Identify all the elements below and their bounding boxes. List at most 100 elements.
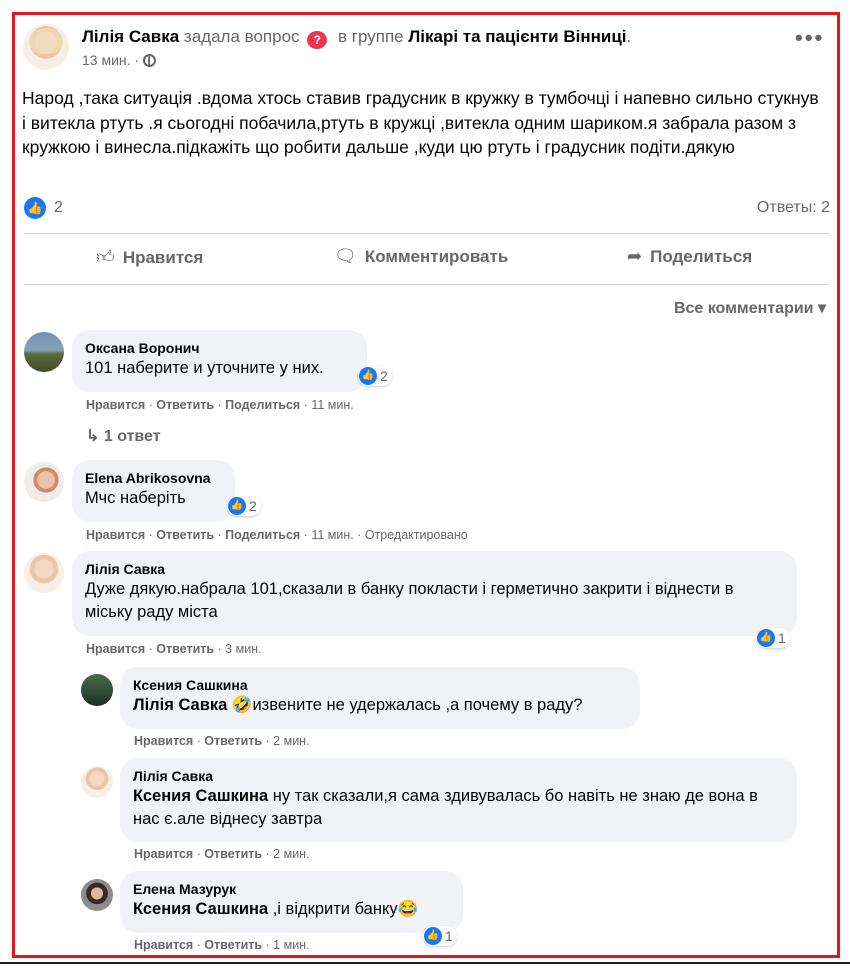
comment-text: 101 наберите и уточните у них.: [85, 359, 324, 377]
comment-bubble: Лілія Савка Дуже дякую.набрала 101,сказа…: [72, 551, 797, 636]
globe-icon: [142, 54, 156, 67]
divider: [24, 284, 829, 285]
post-reactions[interactable]: 👍 2: [24, 197, 63, 219]
share-button[interactable]: ➦︎ Поделиться: [627, 246, 752, 267]
like-reaction-icon: 👍: [24, 197, 46, 219]
reply-text: Лілія Савка 🤣извените не удержалась ,а п…: [133, 694, 627, 717]
like-reaction-icon: 👍: [228, 497, 246, 516]
reply-bubble: Ксения Сашкина Лілія Савка 🤣извените не …: [120, 667, 640, 729]
reply-text: Ксения Сашкина ну так сказали,я сама зди…: [133, 785, 784, 831]
comment-author[interactable]: Оксана Воронич: [85, 339, 354, 357]
reply-time[interactable]: 1 мин.: [273, 938, 309, 952]
reaction-count: 2: [249, 498, 257, 515]
comment-share-link[interactable]: Поделиться: [225, 398, 300, 412]
view-replies-link[interactable]: ↳ 1 ответ: [86, 426, 161, 446]
reaction-badge[interactable]: 👍 2: [227, 496, 261, 517]
reply-message: извените не удержалась ,а почему в раду?: [252, 696, 583, 714]
comments-filter-label: Все комментарии: [673, 300, 814, 317]
comment-time[interactable]: 11 мин.: [311, 398, 353, 412]
comment-text: Мчс наберіть: [85, 489, 186, 507]
reply-reply-link[interactable]: Ответить: [204, 938, 262, 952]
rofl-emoji: 🤣: [231, 696, 253, 714]
comments-filter-dropdown[interactable]: Все комментарии ▾: [674, 298, 826, 318]
question-icon: ?: [307, 31, 328, 49]
avatar[interactable]: [81, 674, 113, 706]
post-action: задала вопрос: [183, 27, 300, 46]
author-avatar[interactable]: [23, 24, 69, 70]
post-likes-count: 2: [54, 199, 63, 216]
reply-arrow-icon: ↳: [86, 428, 100, 445]
comment-text: Дуже дякую.набрала 101,сказали в банку п…: [85, 580, 734, 621]
like-reaction-icon: 👍: [359, 367, 377, 386]
in-group-label: в группе: [338, 27, 404, 46]
replies-count: 1 ответ: [103, 428, 161, 445]
reaction-badge[interactable]: 👍 2: [358, 366, 392, 387]
comment-like-link[interactable]: Нравится: [86, 528, 145, 542]
reply-reply-link[interactable]: Ответить: [204, 734, 262, 748]
answers-count[interactable]: Ответы: 2: [757, 199, 830, 217]
avatar[interactable]: [24, 332, 64, 372]
comment-meta: Нравится · Ответить · 3 мин.: [86, 642, 262, 656]
more-dots-icon[interactable]: • • •: [795, 27, 822, 49]
share-arrow-icon: ➦︎: [627, 246, 643, 266]
post-time[interactable]: 13 мин. ·: [82, 52, 139, 68]
reaction-badge[interactable]: 👍 1: [756, 628, 790, 649]
like-reaction-icon: 👍: [757, 629, 775, 648]
comment-label: Комментировать: [364, 247, 509, 266]
avatar[interactable]: [24, 462, 64, 502]
comment-bubble: Elena Abrikosovna Мчс наберіть: [72, 460, 235, 522]
comment-bubble: Оксана Воронич 101 наберите и уточните у…: [72, 330, 367, 392]
comment-like-link[interactable]: Нравится: [86, 398, 145, 412]
chevron-down-icon: ▾: [817, 300, 826, 317]
comment-reply-link[interactable]: Ответить: [156, 642, 214, 656]
comment-author[interactable]: Elena Abrikosovna: [85, 469, 222, 487]
mention-link[interactable]: Лілія Савка: [133, 696, 227, 714]
avatar[interactable]: [81, 879, 113, 911]
comment-time[interactable]: 11 мин.: [311, 528, 353, 542]
reaction-badge[interactable]: 👍 1: [423, 926, 457, 947]
group-link[interactable]: Лікарі та пацієнти Вінниці: [408, 27, 626, 46]
mention-link[interactable]: Ксения Сашкина: [133, 900, 268, 918]
reply-like-link[interactable]: Нравится: [134, 734, 193, 748]
reply-meta: Нравится · Ответить · 2 мин.: [134, 734, 310, 748]
avatar[interactable]: [24, 553, 64, 593]
reply-meta: Нравится · Ответить · 2 мин.: [134, 847, 310, 861]
comment-meta: Нравится · Ответить · Поделиться · 11 ми…: [86, 528, 468, 542]
page-bottom-edge: [0, 962, 850, 969]
reply-time[interactable]: 2 мин.: [273, 847, 309, 861]
speech-bubble-icon: 🗨︎: [334, 246, 357, 266]
comment-meta: Нравится · Ответить · Поделиться · 11 ми…: [86, 398, 354, 412]
like-reaction-icon: 👍: [424, 927, 442, 946]
share-label: Поделиться: [650, 247, 753, 266]
comment-reply-link[interactable]: Ответить: [156, 398, 214, 412]
post-timestamp: 13 мин. ·: [82, 52, 156, 68]
reply-like-link[interactable]: Нравится: [134, 847, 193, 861]
comment-like-link[interactable]: Нравится: [86, 642, 145, 656]
reaction-count: 1: [445, 928, 453, 945]
comment-reply-link[interactable]: Ответить: [156, 528, 214, 542]
thumbs-up-icon: 👍︎: [96, 247, 115, 267]
reply-author[interactable]: Елена Мазурук: [133, 880, 450, 898]
mention-link[interactable]: Ксения Сашкина: [133, 787, 268, 805]
post-author[interactable]: Лілія Савка: [82, 27, 179, 46]
reply-author[interactable]: Лілія Савка: [133, 767, 784, 785]
reply-message: ,і відкрити банку: [272, 900, 398, 918]
reply-meta: Нравится · Ответить · 1 мин.: [134, 938, 310, 952]
comment-time[interactable]: 3 мин.: [225, 642, 261, 656]
like-button[interactable]: 👍︎ Нравится: [96, 246, 203, 268]
reaction-count: 2: [380, 368, 388, 385]
comment-button[interactable]: 🗨︎ Комментировать: [334, 246, 508, 267]
reply-author[interactable]: Ксения Сашкина: [133, 676, 627, 694]
comment-share-link[interactable]: Поделиться: [225, 528, 300, 542]
reaction-count: 1: [778, 630, 786, 647]
reply-bubble: Лілія Савка Ксения Сашкина ну так сказал…: [120, 758, 797, 842]
post-header: Лілія Савка задала вопрос ? в группе Лік…: [82, 27, 632, 49]
like-label: Нравится: [122, 248, 204, 267]
comment-author[interactable]: Лілія Савка: [85, 560, 784, 578]
reply-time[interactable]: 2 мин.: [273, 734, 309, 748]
reply-reply-link[interactable]: Ответить: [204, 847, 262, 861]
avatar[interactable]: [81, 766, 113, 798]
post-body: Народ ,така ситуація .вдома хтось ставив…: [22, 88, 819, 157]
reply-like-link[interactable]: Нравится: [134, 938, 193, 952]
edited-label: Отредактировано: [364, 528, 468, 542]
